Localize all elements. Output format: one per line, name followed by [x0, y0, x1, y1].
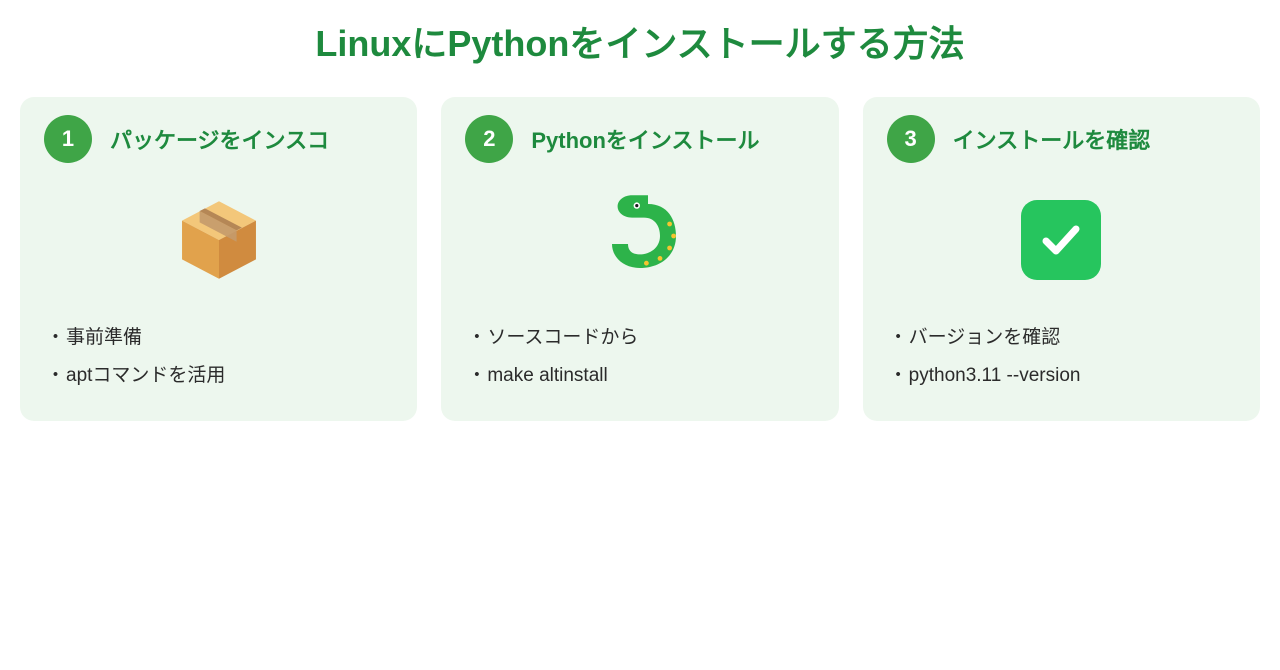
card-header: 2 Pythonをインストール	[465, 115, 814, 163]
card-packages: 1 パッケージをインスコ 事前準備 aptコマンドを活用	[20, 97, 417, 421]
bullet-item: python3.11 --version	[909, 357, 1236, 395]
bullet-item: aptコマンドを活用	[66, 357, 393, 395]
step-badge: 1	[44, 115, 92, 163]
card-title: パッケージをインスコ	[110, 123, 329, 155]
bullet-list: ソースコードから make altinstall	[465, 319, 814, 395]
package-icon	[44, 185, 393, 295]
bullet-list: 事前準備 aptコマンドを活用	[44, 319, 393, 395]
checkmark-icon	[887, 185, 1236, 295]
card-title: インストールを確認	[953, 123, 1151, 155]
snake-icon	[465, 185, 814, 295]
bullet-item: ソースコードから	[487, 319, 814, 357]
card-python: 2 Pythonをインストール ソースコードから make altinstall	[441, 97, 838, 421]
card-header: 3 インストールを確認	[887, 115, 1236, 163]
step-badge: 2	[465, 115, 513, 163]
card-header: 1 パッケージをインスコ	[44, 115, 393, 163]
bullet-item: make altinstall	[487, 357, 814, 395]
bullet-item: バージョンを確認	[909, 319, 1236, 357]
card-title: Pythonをインストール	[531, 123, 759, 155]
bullet-list: バージョンを確認 python3.11 --version	[887, 319, 1236, 395]
page-title: LinuxにPythonをインストールする方法	[20, 15, 1260, 67]
bullet-item: 事前準備	[66, 319, 393, 357]
step-badge: 3	[887, 115, 935, 163]
card-verify: 3 インストールを確認 バージョンを確認 python3.11 --versio…	[863, 97, 1260, 421]
cards-row: 1 パッケージをインスコ 事前準備 aptコマンドを活用 2	[20, 97, 1260, 421]
